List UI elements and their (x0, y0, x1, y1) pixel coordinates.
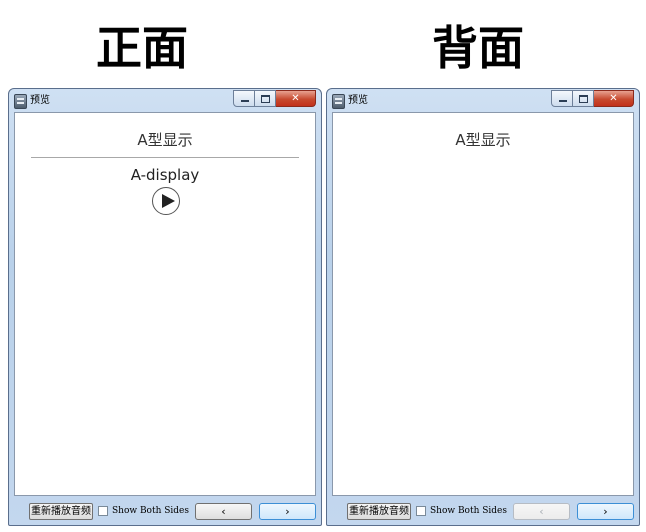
answer-divider (31, 157, 299, 158)
title-bar[interactable]: 预览 (9, 89, 321, 113)
window-controls (233, 90, 316, 107)
play-audio-icon[interactable] (152, 187, 180, 215)
title-bar[interactable]: 预览 (327, 89, 639, 113)
bottom-bar: 重新播放音频 Show Both Sides ‹ › (327, 499, 639, 523)
previous-button: ‹ (513, 503, 570, 520)
front-preview-window: 预览 A型显示 A-display 重新播放音频 Show Both Sides… (8, 88, 322, 526)
show-both-sides-label[interactable]: Show Both Sides (112, 505, 189, 517)
card-content: A型显示 (332, 112, 634, 496)
card-question: A型显示 (137, 131, 193, 149)
show-both-sides-checkbox[interactable] (98, 506, 108, 516)
maximize-button[interactable] (573, 90, 594, 107)
replay-audio-button[interactable]: 重新播放音频 (347, 503, 411, 520)
previous-button[interactable]: ‹ (195, 503, 252, 520)
minimize-button[interactable] (233, 90, 255, 107)
front-heading: 正面 (96, 21, 188, 75)
bottom-bar: 重新播放音频 Show Both Sides ‹ › (9, 499, 321, 523)
show-both-sides-checkbox[interactable] (416, 506, 426, 516)
card-question: A型显示 (455, 131, 511, 149)
window-controls (551, 90, 634, 107)
app-icon (14, 94, 27, 109)
next-button[interactable]: › (259, 503, 316, 520)
window-title: 预览 (348, 95, 368, 106)
maximize-button[interactable] (255, 90, 276, 107)
card-content: A型显示 A-display (14, 112, 316, 496)
window-title: 预览 (30, 95, 50, 106)
show-both-sides-label[interactable]: Show Both Sides (430, 505, 507, 517)
app-icon (332, 94, 345, 109)
close-button[interactable] (594, 90, 634, 107)
back-preview-window: 预览 A型显示 重新播放音频 Show Both Sides ‹ › (326, 88, 640, 526)
replay-audio-button[interactable]: 重新播放音频 (29, 503, 93, 520)
card-answer: A-display (130, 166, 200, 184)
minimize-button[interactable] (551, 90, 573, 107)
next-button[interactable]: › (577, 503, 634, 520)
back-heading: 背面 (432, 21, 524, 75)
close-button[interactable] (276, 90, 316, 107)
